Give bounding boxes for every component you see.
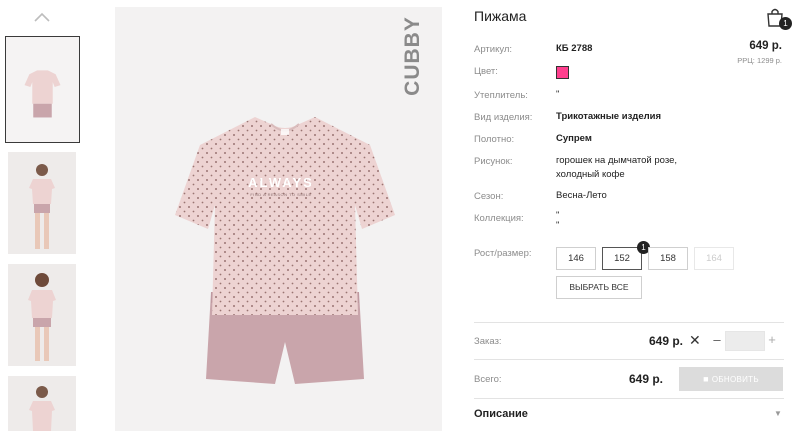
size-option-146[interactable]: 146 <box>556 247 596 270</box>
print-label: Рисунок: <box>474 156 513 167</box>
product-type-label: Вид изделия: <box>474 112 533 123</box>
select-all-button[interactable]: ВЫБРАТЬ ВСЕ <box>556 276 642 299</box>
product-rrp: РРЦ: 1299 р. <box>737 56 782 65</box>
collection-value: " " <box>556 210 560 231</box>
shirt-print-headline: ALWAYS <box>248 175 314 190</box>
fabric-value: Супрем <box>556 133 592 144</box>
update-button[interactable]: ■ ОБНОВИТЬ <box>679 367 783 391</box>
thumbnail-rail <box>0 0 84 431</box>
divider <box>474 322 784 323</box>
product-title: Пижама <box>474 8 527 24</box>
fabric-label: Полотно: <box>474 134 515 145</box>
cart-button[interactable]: 1 <box>764 6 792 30</box>
brand-watermark-text: CUBBY <box>401 16 424 96</box>
product-info-panel: Пижама 1 649 р. РРЦ: 1299 р. Артикул: КБ… <box>474 0 800 431</box>
divider <box>474 398 784 399</box>
collection-label: Коллекция: <box>474 213 524 224</box>
color-swatch[interactable] <box>556 66 569 79</box>
chevron-down-icon[interactable]: ▼ <box>774 409 782 418</box>
cart-count-badge: 1 <box>779 17 792 30</box>
quantity-increase-button[interactable]: + <box>766 332 778 347</box>
thumbnail-3[interactable] <box>8 264 76 366</box>
thumbnail-2[interactable] <box>8 152 76 254</box>
divider <box>474 359 784 360</box>
shirt-print-subline: FIND A REASON TO SMILE <box>250 192 312 197</box>
product-price: 649 р. <box>749 40 782 52</box>
quantity-decrease-button[interactable]: – <box>711 332 723 347</box>
thumbnail-4[interactable] <box>8 376 76 431</box>
size-label: Рост/размер: <box>474 248 532 259</box>
order-label: Заказ: <box>474 336 502 347</box>
season-label: Сезон: <box>474 191 504 202</box>
size-option-158[interactable]: 158 <box>648 247 688 270</box>
size-option-152[interactable]: 152 <box>602 247 642 270</box>
season-value: Весна-Лето <box>556 190 607 201</box>
order-price: 649 р. <box>649 334 684 348</box>
cart-icon: ■ <box>703 374 709 384</box>
product-type-value: Трикотажные изделия <box>556 111 662 122</box>
update-button-label: ОБНОВИТЬ <box>711 375 759 384</box>
chevron-up-icon[interactable] <box>33 11 51 23</box>
total-label: Всего: <box>474 374 502 385</box>
article-value: КБ 2788 <box>556 43 593 54</box>
insulation-label: Утеплитель: <box>474 90 528 101</box>
quantity-input[interactable] <box>725 331 765 351</box>
color-label: Цвет: <box>474 66 498 77</box>
remove-order-icon[interactable]: ✕ <box>689 332 701 349</box>
total-price: 649 р. <box>629 372 664 386</box>
main-product-image[interactable]: ALWAYS FIND A REASON TO SMILE <box>115 7 442 431</box>
description-toggle[interactable]: Описание <box>474 408 528 420</box>
brand-watermark: CUBBY <box>400 14 426 98</box>
article-label: Артикул: <box>474 44 513 55</box>
size-option-164[interactable]: 164 <box>694 247 734 270</box>
insulation-value: " <box>556 89 560 100</box>
thumbnail-1[interactable] <box>5 36 80 143</box>
print-value: горошек на дымчатой розе, холодный кофе <box>556 155 678 180</box>
